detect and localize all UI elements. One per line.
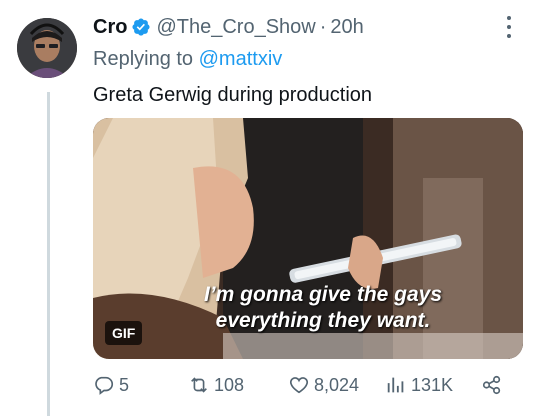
author-name[interactable]: Cro bbox=[93, 16, 127, 39]
timestamp[interactable]: 20h bbox=[330, 16, 363, 39]
repost-button[interactable]: 108 bbox=[188, 374, 244, 396]
gif-caption-line-1: I’m gonna give the gays bbox=[203, 283, 443, 306]
tweet-text: Greta Gerwig during production bbox=[93, 84, 373, 106]
views-count: 131K bbox=[411, 374, 454, 395]
separator-dot: · bbox=[319, 15, 327, 38]
replying-prefix: Replying to bbox=[93, 48, 194, 70]
repost-icon bbox=[191, 377, 207, 393]
gif-media[interactable]: I’m gonna give the gays everything they … bbox=[93, 118, 523, 359]
author-handle[interactable]: @The_Cro_Show bbox=[156, 16, 315, 39]
like-count: 8,024 bbox=[314, 374, 360, 395]
like-icon bbox=[289, 377, 309, 394]
more-options-icon[interactable] bbox=[505, 16, 513, 38]
share-icon bbox=[482, 375, 501, 395]
gif-badge: GIF bbox=[105, 321, 143, 345]
avatar[interactable] bbox=[17, 18, 77, 78]
thread-line bbox=[47, 92, 50, 416]
gif-caption-line-2: everything they want. bbox=[215, 309, 431, 332]
action-bar: 5 108 8,024 131K bbox=[93, 374, 513, 404]
tweet-header: Cro @The_Cro_Show · 20h bbox=[93, 14, 364, 40]
reply-icon bbox=[95, 376, 114, 395]
replying-to-mention[interactable]: @mattxiv bbox=[199, 48, 283, 70]
views-button[interactable]: 131K bbox=[385, 374, 453, 396]
reply-count: 5 bbox=[119, 374, 130, 395]
gif-caption: I’m gonna give the gays everything they … bbox=[163, 282, 483, 334]
views-icon bbox=[387, 377, 404, 393]
verified-badge-icon bbox=[132, 18, 150, 36]
share-button[interactable] bbox=[481, 374, 507, 396]
repost-count: 108 bbox=[214, 374, 245, 395]
reply-button[interactable]: 5 bbox=[93, 374, 129, 396]
like-button[interactable]: 8,024 bbox=[288, 374, 359, 396]
replying-to-line: Replying to @mattxiv bbox=[93, 48, 282, 71]
avatar-image bbox=[17, 18, 77, 78]
